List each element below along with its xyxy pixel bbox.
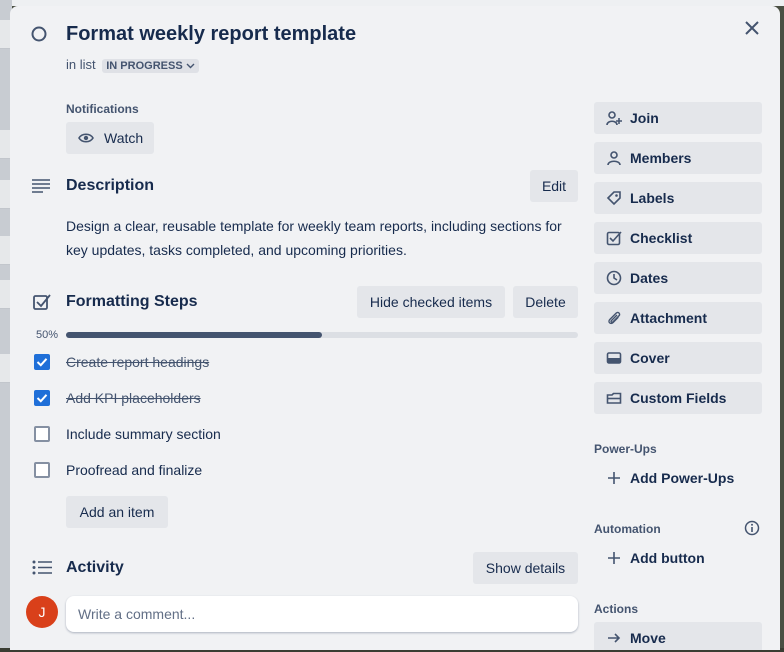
checklist-item[interactable]: Add KPI placeholders — [34, 384, 574, 412]
description-icon — [32, 179, 50, 193]
cover-icon — [606, 352, 622, 364]
card-detail-modal: Format weekly report template in list IN… — [10, 6, 780, 650]
checklist-heading: Formatting Steps — [66, 293, 198, 310]
actions-label: Actions — [594, 602, 639, 616]
checkbox-checked[interactable] — [34, 354, 50, 370]
description-heading: Description — [66, 177, 155, 194]
custom-fields-button[interactable]: Custom Fields — [594, 382, 762, 414]
checkbox-unchecked[interactable] — [34, 462, 50, 478]
checkbox-checked[interactable] — [34, 390, 50, 406]
members-label: Members — [630, 150, 692, 166]
checklist-icon — [33, 294, 51, 310]
join-label: Join — [630, 110, 659, 126]
show-details-button[interactable]: Show details — [473, 552, 578, 584]
custom-fields-label: Custom Fields — [630, 390, 727, 406]
labels-button[interactable]: Labels — [594, 182, 762, 214]
checklist-item-text[interactable]: Add KPI placeholders — [66, 390, 201, 406]
checkbox-unchecked[interactable] — [34, 426, 50, 442]
info-icon[interactable] — [744, 520, 760, 536]
delete-checklist-button[interactable]: Delete — [513, 286, 578, 318]
add-power-ups-button[interactable]: Add Power-Ups — [594, 462, 762, 494]
checklist-progress-label: 50% — [36, 329, 59, 341]
dates-button[interactable]: Dates — [594, 262, 762, 294]
checklist-item-text[interactable]: Create report headings — [66, 354, 209, 370]
checklist-item-text[interactable]: Include summary section — [66, 426, 221, 442]
comment-input[interactable]: Write a comment... — [66, 596, 578, 632]
hide-checked-items-button[interactable]: Hide checked items — [357, 286, 505, 318]
list-name: IN PROGRESS — [106, 60, 183, 72]
add-checklist-item-button[interactable]: Add an item — [66, 496, 168, 528]
labels-label: Labels — [630, 190, 675, 206]
checklist-button[interactable]: Checklist — [594, 222, 762, 254]
members-button[interactable]: Members — [594, 142, 762, 174]
checklist-item[interactable]: Include summary section — [34, 420, 574, 448]
dates-label: Dates — [630, 270, 669, 286]
paperclip-icon — [608, 311, 621, 325]
watch-button[interactable]: Watch — [66, 122, 154, 154]
card-status-circle-icon[interactable] — [31, 26, 47, 42]
add-button-label: Add button — [630, 550, 705, 566]
checklist-item[interactable]: Proofread and finalize — [34, 456, 574, 484]
chevron-down-icon — [186, 63, 195, 69]
activity-icon — [32, 560, 52, 575]
checklist-item-text[interactable]: Proofread and finalize — [66, 462, 202, 478]
plus-icon — [608, 552, 620, 564]
attachment-label: Attachment — [630, 310, 708, 326]
add-automation-button[interactable]: Add button — [594, 542, 762, 574]
eye-icon — [78, 133, 94, 143]
attachment-button[interactable]: Attachment — [594, 302, 762, 334]
checkmark-icon — [36, 394, 48, 403]
checklist-progress-fill — [66, 332, 322, 338]
description-text[interactable]: Design a clear, reusable template for we… — [66, 214, 566, 262]
avatar[interactable]: J — [26, 596, 58, 628]
activity-heading: Activity — [66, 559, 124, 576]
cover-button[interactable]: Cover — [594, 342, 762, 374]
checklist-progress-bar — [66, 332, 578, 338]
edit-description-button[interactable]: Edit — [530, 170, 578, 202]
list-name-dropdown[interactable]: IN PROGRESS — [102, 59, 199, 73]
join-button[interactable]: Join — [594, 102, 762, 134]
card-title[interactable]: Format weekly report template — [66, 23, 356, 46]
in-list-prefix: in list — [66, 57, 96, 72]
arrow-right-icon — [608, 633, 621, 643]
add-power-ups-label: Add Power-Ups — [630, 470, 735, 486]
close-icon[interactable] — [744, 20, 760, 36]
plus-icon — [608, 472, 620, 484]
tag-icon — [606, 191, 621, 206]
automation-label: Automation — [594, 522, 661, 536]
notifications-label: Notifications — [66, 102, 139, 116]
power-ups-label: Power-Ups — [594, 442, 657, 456]
custom-fields-icon — [606, 392, 622, 404]
clock-icon — [606, 270, 622, 286]
checklist-label: Checklist — [630, 230, 693, 246]
checkmark-icon — [36, 358, 48, 367]
watch-label: Watch — [104, 130, 144, 146]
checklist-item[interactable]: Create report headings — [34, 348, 574, 376]
in-list-indicator: in list IN PROGRESS — [66, 57, 199, 73]
cover-label: Cover — [630, 350, 670, 366]
add-person-icon — [606, 111, 622, 126]
person-icon — [607, 151, 621, 166]
move-label: Move — [630, 630, 666, 646]
move-button[interactable]: Move — [594, 622, 762, 650]
checklist-icon — [606, 231, 622, 246]
